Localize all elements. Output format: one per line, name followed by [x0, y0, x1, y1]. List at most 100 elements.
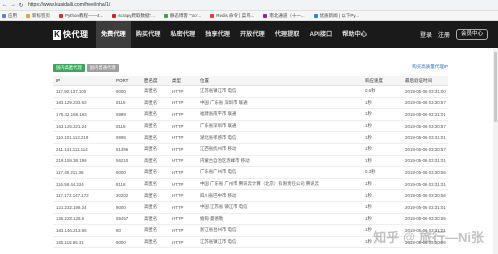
nav-buy-proxy[interactable]: 购买代理	[131, 21, 166, 48]
table-cell: 四川省巴中市 移动	[197, 189, 362, 202]
table-cell: 1秒	[362, 143, 402, 156]
table-cell: 1秒	[362, 108, 402, 121]
tab-high-anon[interactable]: 国内高匿代理	[53, 64, 85, 72]
table-cell: HTTP	[169, 85, 197, 98]
table-cell: HTTP	[169, 213, 197, 226]
table-cell: 1秒	[362, 213, 402, 226]
table-cell: 江苏省镇江市 电信	[197, 236, 362, 249]
table-cell: HTTP	[169, 178, 197, 191]
table-cell: 高匿名	[141, 213, 169, 226]
table-cell: HTTP	[169, 108, 197, 121]
table-row: 121.232.198.34 9000 高匿名 HTTP 中国 江苏省 镇江市 电信 1秒…	[53, 201, 448, 214]
table-cell: 110.101.112.219	[53, 131, 113, 144]
register-link[interactable]: 注册	[438, 30, 450, 39]
table-cell: 0.6秒	[362, 85, 402, 98]
bookmark-item[interactable]: 南北通道（十一...	[263, 12, 305, 19]
page-scrollbar[interactable]	[493, 48, 498, 254]
tab-normal[interactable]: 国内普通代理	[86, 64, 119, 72]
bookmark-item[interactable]: scrapy爬取数据"...	[112, 13, 155, 19]
bookmark-label: 新标签页	[32, 12, 50, 18]
table-cell: 2019-05-06 03:31:00	[402, 85, 448, 98]
forward-arrow-icon[interactable]: →	[10, 2, 16, 8]
table-cell: HTTP	[169, 155, 197, 168]
table-cell: 121.232.198.34	[53, 201, 113, 214]
bookmark-label: Python教程——4...	[65, 12, 104, 18]
bookmark-favicon-icon	[210, 13, 215, 18]
col-location: 位置	[197, 76, 362, 86]
table-cell: 9000	[113, 201, 141, 214]
login-link[interactable]: 登录	[420, 30, 432, 39]
nav-help[interactable]: 帮助中心	[337, 21, 372, 48]
table-cell: 183.146.213.56	[53, 224, 113, 237]
table-cell: 福建省南平市 联通	[197, 108, 362, 121]
table-cell: 9999	[113, 108, 141, 121]
table-cell: 2019-05-06 03:30:57	[402, 120, 448, 133]
bookmark-label: Redis 命令 | 菜鸟...	[216, 12, 255, 18]
table-cell: 高匿名	[141, 85, 169, 98]
table-cell: 江苏省镇江市 电信	[197, 85, 362, 98]
table-cell: 61395	[113, 143, 141, 156]
buy-quality-proxy-link[interactable]: 购买高质量代理IP	[412, 64, 448, 70]
bookmark-label: 应用	[8, 12, 17, 18]
table-cell: 9000	[113, 85, 141, 98]
address-bar[interactable]: https://www.kuaidaili.com/free/inha/1/	[28, 2, 490, 9]
col-anonymity: 匿名度	[141, 76, 169, 86]
bookmark-item[interactable]: 优质新闻 | 以下Py...	[313, 13, 359, 19]
bookmark-item[interactable]: Redis 命令 | 菜鸟...	[210, 13, 254, 19]
table-row: 117.172.147.172 30202 高匿名 HTTP 四川省巴中市 移动 1秒 20…	[53, 189, 448, 202]
col-port: PORT	[113, 76, 141, 86]
table-cell: 内蒙古自治区赤峰市 移动	[197, 155, 362, 168]
table-cell: 1秒	[362, 97, 402, 110]
col-ip: IP	[53, 76, 113, 86]
site-logo[interactable]: K 快代理	[53, 29, 89, 40]
table-header-row: IP PORT 匿名度 类型 位置 响应速度 最后验证时间	[53, 76, 448, 86]
nav-private-proxy[interactable]: 私密代理	[166, 21, 201, 48]
table-cell: HTTP	[169, 120, 197, 133]
table-cell: HTTP	[169, 143, 197, 156]
back-arrow-icon[interactable]: ←	[2, 2, 8, 8]
table-row: 219.159.38.199 56210 高匿名 HTTP 内蒙古自治区赤峰市 移动 1秒…	[53, 155, 448, 168]
table-cell: HTTP	[169, 131, 197, 144]
nav-extract-proxy[interactable]: 代理提取	[270, 21, 305, 48]
watermark: 知乎 @ 旅行—Ni张	[373, 227, 484, 246]
bookmark-favicon-icon	[2, 13, 6, 18]
table-cell: 高匿名	[141, 201, 169, 214]
table-cell: 2019-05-06 03:30:56	[402, 189, 448, 202]
watermark-right: 旅行—Ni张	[418, 230, 484, 245]
watermark-left: 知乎	[373, 230, 400, 245]
nav-api[interactable]: API接口	[305, 21, 338, 48]
table-cell: 高匿名	[141, 97, 169, 110]
nav-open-proxy[interactable]: 开放代理	[235, 21, 270, 48]
main-content: 国内高匿代理 国内普通代理 购买高质量代理IP IP PORT 匿名度 类型 位…	[53, 48, 448, 254]
logo-text: 快代理	[63, 30, 89, 39]
browser-toolbar: ← → ↻ https://www.kuaidaili.com/free/inh…	[0, 0, 498, 11]
bookmark-item[interactable]: Python教程——4...	[59, 13, 103, 19]
table-cell: 1秒	[362, 178, 402, 191]
table-cell: 9999	[113, 131, 141, 144]
table-cell: 1秒	[362, 131, 402, 144]
table-cell: 高匿名	[141, 131, 169, 144]
bookmark-label: 南北通道（十一...	[269, 12, 305, 18]
table-cell: HTTP	[169, 224, 197, 237]
bookmark-favicon-icon	[26, 13, 30, 18]
col-speed: 响应速度	[362, 76, 402, 86]
table-cell: HTTP	[169, 166, 197, 179]
logo-k-icon: K	[53, 29, 61, 40]
watermark-separator: @	[403, 229, 415, 244]
nav-exclusive-proxy[interactable]: 独享代理	[200, 21, 235, 48]
table-cell: 0.3秒	[362, 166, 402, 179]
nav-free-proxy[interactable]: 免费代理	[96, 21, 131, 48]
table-row: 183.129.233.93 8118 高匿名 HTTP 中国 广东省 深圳市 联通 1秒…	[53, 97, 448, 110]
table-cell: 高匿名	[141, 155, 169, 168]
reload-icon[interactable]: ↻	[18, 2, 24, 9]
bookmark-item[interactable]: 应用	[2, 13, 17, 19]
bookmark-item[interactable]: 新标签页	[26, 13, 50, 19]
bookmark-favicon-icon	[112, 13, 117, 18]
table-row: 116.58.44.224 8118 高匿名 HTTP 中国 广东省 广州市 腾讯云计算…	[53, 178, 448, 191]
table-cell: 高匿名	[141, 166, 169, 179]
table-cell: HTTP	[169, 189, 197, 202]
table-cell: 高匿名	[141, 224, 169, 237]
bookmark-item[interactable]: 静态博客 '"oo'...	[163, 13, 201, 19]
scrollbar-thumb[interactable]	[494, 52, 497, 122]
user-center-button[interactable]: 会员中心	[455, 29, 488, 40]
